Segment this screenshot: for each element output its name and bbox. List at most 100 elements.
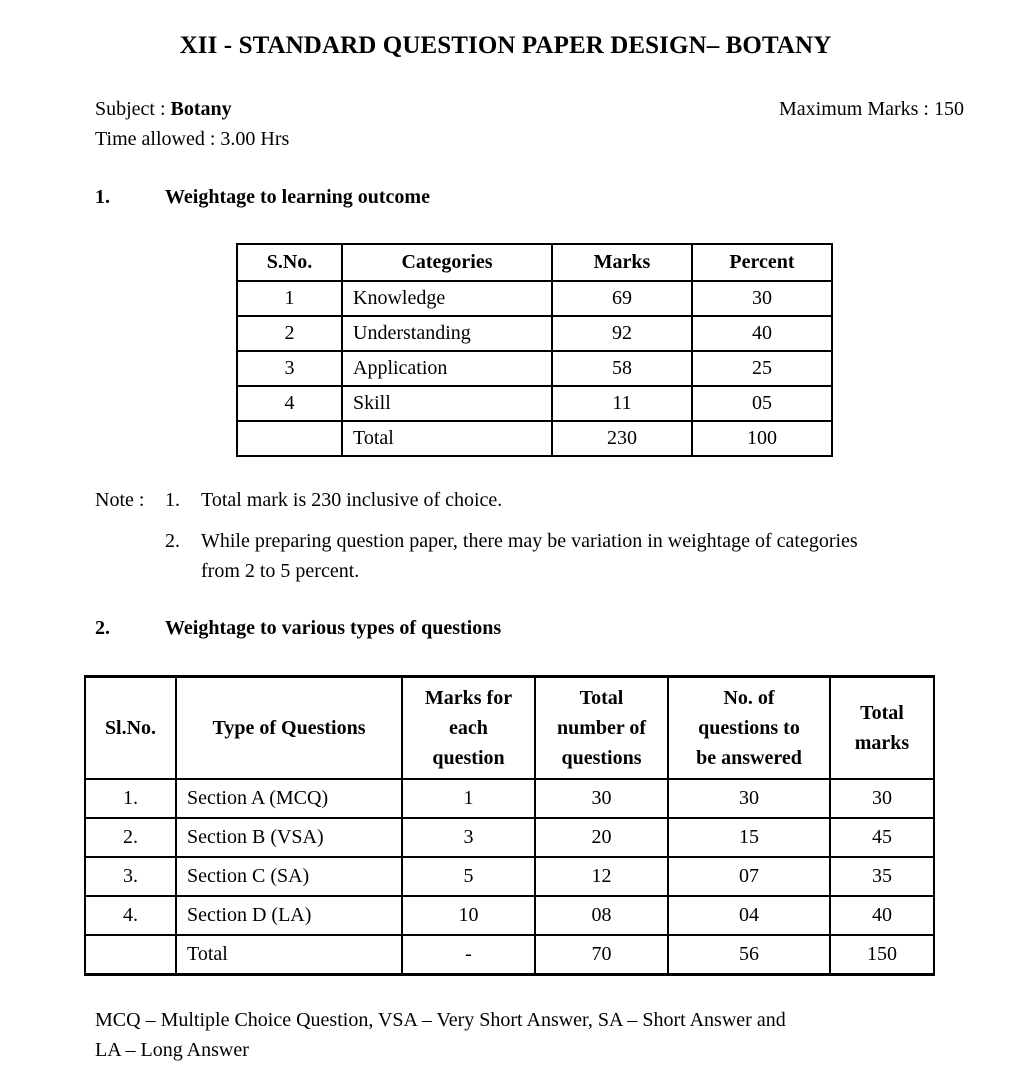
column-header-to-answer: No. of questions to be answered: [667, 675, 831, 780]
subject-label: Subject :: [95, 98, 171, 120]
header-line: number of: [556, 717, 647, 739]
column-header-categories: Categories: [341, 243, 553, 282]
section1-number: 1.: [95, 186, 110, 208]
header-line: questions to: [698, 717, 800, 739]
cell-marks-each: 3: [401, 817, 536, 858]
cell-sno: 4: [236, 385, 343, 422]
note-2-text-line2: from 2 to 5 percent.: [201, 560, 360, 582]
cell-category: Total: [341, 420, 553, 457]
cell-marks: 11: [551, 385, 693, 422]
cell-total-questions: 70: [534, 934, 669, 976]
cell-slno: 1.: [84, 778, 177, 819]
cell-total-marks: 45: [829, 817, 935, 858]
learning-outcome-table: S.No. Categories Marks Percent 1 Knowled…: [236, 243, 833, 457]
section2-heading: Weightage to various types of questions: [165, 617, 502, 639]
column-header-sno: S.No.: [236, 243, 343, 282]
cell-type: Section D (LA): [175, 895, 403, 936]
column-header-slno: Sl.No.: [84, 675, 177, 780]
table-row: 3 Application 58 25: [236, 350, 833, 387]
cell-category: Knowledge: [341, 280, 553, 317]
cell-percent: 05: [691, 385, 833, 422]
cell-to-answer: 07: [667, 856, 831, 897]
header-line: question: [432, 747, 505, 769]
maximum-marks: Maximum Marks : 150: [779, 98, 964, 120]
cell-total-marks: 150: [829, 934, 935, 976]
header-line: Marks for: [424, 687, 513, 709]
cell-marks-each: -: [401, 934, 536, 976]
note-1-number: 1.: [165, 489, 180, 511]
table-header-row: Sl.No. Type of Questions Marks for each …: [84, 675, 935, 780]
header-line: Total: [579, 687, 624, 709]
subject-value: Botany: [170, 98, 232, 120]
table-row: 2 Understanding 92 40: [236, 315, 833, 352]
header-line: each: [449, 717, 488, 739]
cell-to-answer: 04: [667, 895, 831, 936]
note-label: Note :: [95, 489, 145, 511]
cell-slno: 4.: [84, 895, 177, 936]
cell-percent: 25: [691, 350, 833, 387]
cell-percent: 100: [691, 420, 833, 457]
cell-marks: 69: [551, 280, 693, 317]
cell-marks: 92: [551, 315, 693, 352]
cell-total-questions: 20: [534, 817, 669, 858]
cell-category: Application: [341, 350, 553, 387]
table-total-row: Total 230 100: [236, 420, 833, 457]
cell-marks-each: 10: [401, 895, 536, 936]
subject-line: Subject : Botany: [95, 97, 232, 121]
cell-marks: 230: [551, 420, 693, 457]
cell-total-questions: 30: [534, 778, 669, 819]
note-2-number: 2.: [165, 530, 180, 552]
document-title: XII - STANDARD QUESTION PAPER DESIGN– BO…: [179, 32, 832, 59]
cell-type: Section C (SA): [175, 856, 403, 897]
cell-category: Skill: [341, 385, 553, 422]
cell-marks: 58: [551, 350, 693, 387]
cell-sno: 1: [236, 280, 343, 317]
header-line: No. of: [723, 687, 775, 709]
cell-to-answer: 56: [667, 934, 831, 976]
cell-marks-each: 1: [401, 778, 536, 819]
cell-slno: 2.: [84, 817, 177, 858]
cell-sno: [236, 420, 343, 457]
note-2-text-line1: While preparing question paper, there ma…: [201, 530, 858, 552]
table-header-row: S.No. Categories Marks Percent: [236, 243, 833, 282]
column-header-marks-each: Marks for each question: [401, 675, 536, 780]
cell-category: Understanding: [341, 315, 553, 352]
abbreviation-legend-line1: MCQ – Multiple Choice Question, VSA – Ve…: [95, 1009, 786, 1031]
header-line: Total: [860, 702, 904, 724]
header-line: Type of Questions: [212, 717, 366, 739]
cell-sno: 3: [236, 350, 343, 387]
cell-total-marks: 30: [829, 778, 935, 819]
table-row: 4 Skill 11 05: [236, 385, 833, 422]
cell-to-answer: 30: [667, 778, 831, 819]
table-row: 3. Section C (SA) 5 12 07 35: [84, 856, 935, 897]
abbreviation-legend-line2: LA – Long Answer: [95, 1039, 249, 1061]
cell-total-marks: 40: [829, 895, 935, 936]
cell-to-answer: 15: [667, 817, 831, 858]
cell-type: Total: [175, 934, 403, 976]
cell-slno: 3.: [84, 856, 177, 897]
cell-type: Section A (MCQ): [175, 778, 403, 819]
column-header-percent: Percent: [691, 243, 833, 282]
table-row: 4. Section D (LA) 10 08 04 40: [84, 895, 935, 936]
column-header-type: Type of Questions: [175, 675, 403, 780]
column-header-marks: Marks: [551, 243, 693, 282]
column-header-total-marks: Total marks: [829, 675, 935, 780]
section1-heading: Weightage to learning outcome: [165, 186, 430, 208]
column-header-total-questions: Total number of questions: [534, 675, 669, 780]
table-total-row: Total - 70 56 150: [84, 934, 935, 976]
table-row: 1. Section A (MCQ) 1 30 30 30: [84, 778, 935, 819]
table-row: 2. Section B (VSA) 3 20 15 45: [84, 817, 935, 858]
question-types-table: Sl.No. Type of Questions Marks for each …: [84, 675, 935, 976]
cell-slno: [84, 934, 177, 976]
header-line: marks: [854, 732, 910, 754]
cell-percent: 30: [691, 280, 833, 317]
cell-percent: 40: [691, 315, 833, 352]
cell-total-marks: 35: [829, 856, 935, 897]
cell-marks-each: 5: [401, 856, 536, 897]
cell-total-questions: 08: [534, 895, 669, 936]
cell-sno: 2: [236, 315, 343, 352]
header-line: questions: [561, 747, 642, 769]
note-1-text: Total mark is 230 inclusive of choice.: [201, 489, 503, 511]
section2-number: 2.: [95, 617, 110, 639]
cell-type: Section B (VSA): [175, 817, 403, 858]
